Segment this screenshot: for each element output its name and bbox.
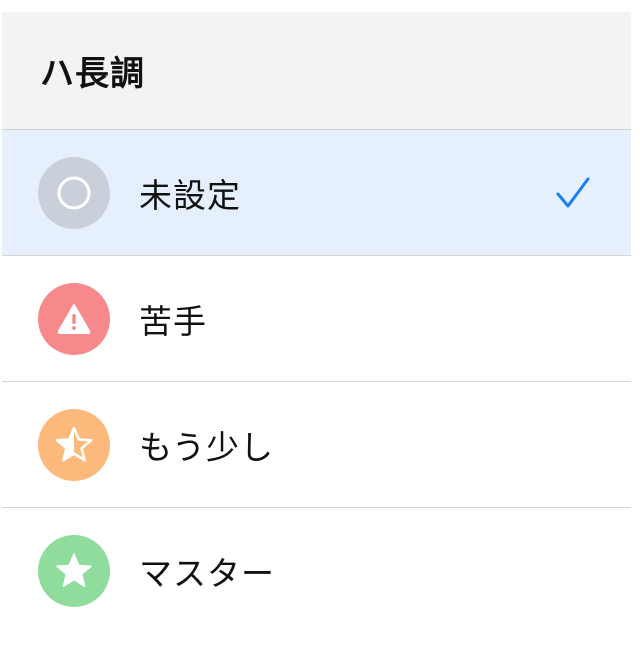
key-title: ハ長調	[40, 54, 145, 94]
practice-status-sheet: ハ長調 未設定 苦手 もう少し マスター	[2, 12, 631, 662]
sheet-header: ハ長調	[2, 12, 631, 130]
warning-icon	[38, 282, 110, 355]
option-almost[interactable]: もう少し	[2, 382, 631, 508]
option-label: 未設定	[139, 175, 241, 215]
circle-outline-icon	[38, 156, 110, 229]
option-master[interactable]: マスター	[2, 508, 631, 634]
star-icon	[38, 535, 110, 607]
checkmark-icon	[555, 175, 591, 215]
option-label: マスター	[139, 554, 275, 593]
option-weak[interactable]: 苦手	[2, 256, 631, 382]
star-outline-icon	[38, 408, 110, 481]
option-unset[interactable]: 未設定	[2, 130, 631, 256]
option-label: 苦手	[139, 301, 207, 341]
option-label: もう少し	[139, 427, 275, 467]
